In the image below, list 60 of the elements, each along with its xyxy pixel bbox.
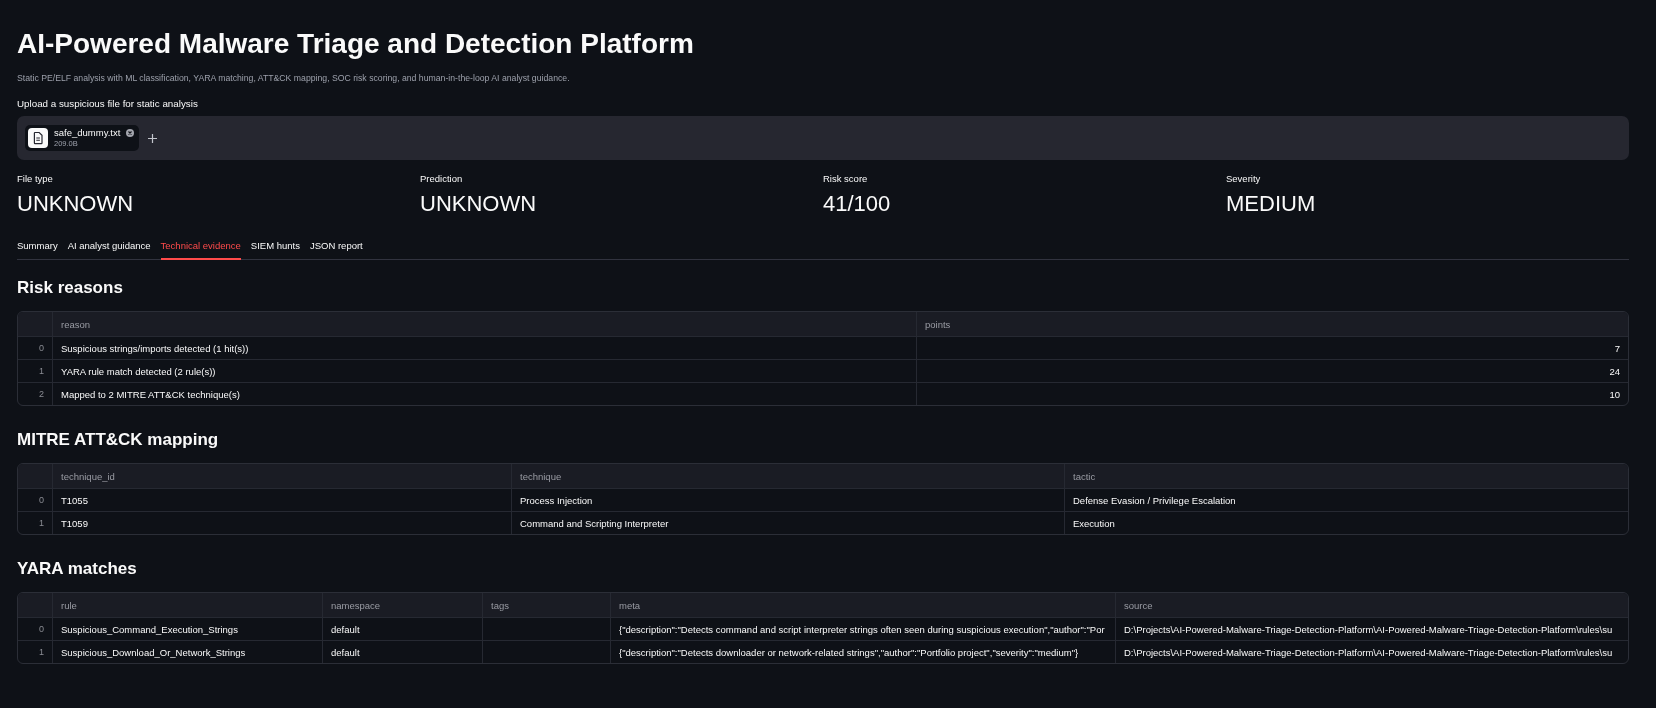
- upload-label: Upload a suspicious file for static analysis: [17, 97, 198, 111]
- table-cell: Defense Evasion / Privilege Escalation: [1073, 494, 1236, 506]
- tab[interactable]: AI analyst guidance: [67, 239, 151, 260]
- column-header[interactable]: technique: [520, 470, 562, 482]
- table-cell: default: [331, 623, 360, 635]
- row-index: 1: [39, 518, 44, 528]
- table-cell: T1059: [61, 517, 88, 529]
- close-icon[interactable]: [126, 129, 135, 137]
- file-name: safe_dummy.txt: [54, 127, 121, 139]
- row-index: 1: [39, 366, 44, 376]
- section-heading: MITRE ATT&CK mapping: [17, 429, 219, 451]
- metric-value: UNKNOWN: [420, 190, 537, 218]
- table-cell: {"description":"Detects downloader or network-related strings","author":"Portfolio project","severity":"medium"}: [619, 646, 1079, 658]
- metric-value: 41/100: [823, 190, 891, 218]
- table-cell: 24: [1609, 365, 1620, 377]
- metric-label: File type: [17, 172, 53, 186]
- tab[interactable]: Summary: [17, 239, 58, 260]
- table-cell: Suspicious strings/imports detected (1 hit(s)): [61, 342, 249, 354]
- table-cell: D:\Projects\AI-Powered-Malware-Triage-Detection-Platform\AI-Powered-Malware-Triage-Detection-Platform\rules\su: [1124, 623, 1613, 635]
- metric-value: MEDIUM: [1226, 190, 1316, 218]
- section-heading: Risk reasons: [17, 277, 123, 299]
- table-cell: YARA rule match detected (2 rule(s)): [61, 365, 216, 377]
- table-cell: Execution: [1073, 517, 1115, 529]
- table-cell: Suspicious_Command_Execution_Strings: [61, 623, 238, 635]
- column-header[interactable]: tactic: [1073, 470, 1096, 482]
- table-cell: default: [331, 646, 360, 658]
- tab[interactable]: JSON report: [309, 239, 363, 260]
- metric-label: Risk score: [823, 172, 868, 186]
- section-heading: YARA matches: [17, 558, 137, 580]
- row-index: 1: [39, 647, 44, 657]
- tab[interactable]: SIEM hunts: [250, 239, 300, 260]
- table-cell: 10: [1609, 388, 1620, 400]
- table-cell: Suspicious_Download_Or_Network_Strings: [61, 646, 246, 658]
- row-index: 0: [39, 343, 44, 353]
- table-cell: Mapped to 2 MITRE ATT&CK technique(s): [61, 388, 240, 400]
- row-index: 0: [39, 624, 44, 634]
- table-cell: {"description":"Detects command and script interpreter strings often seen during suspicious execution","author":"Por: [619, 623, 1105, 635]
- column-header[interactable]: technique_id: [61, 470, 115, 482]
- page-title: AI-Powered Malware Triage and Detection Platform: [17, 27, 694, 61]
- column-header[interactable]: namespace: [331, 599, 381, 611]
- tab[interactable]: Technical evidence: [160, 239, 241, 260]
- row-index: 0: [39, 495, 44, 505]
- metric-label: Severity: [1226, 172, 1261, 186]
- document-icon: [28, 128, 48, 148]
- metric-value: UNKNOWN: [17, 190, 134, 218]
- column-header[interactable]: source: [1124, 599, 1153, 611]
- table-cell: Process Injection: [520, 494, 593, 506]
- column-header[interactable]: reason: [61, 318, 91, 330]
- table-cell: 7: [1614, 342, 1620, 354]
- row-index: 2: [39, 389, 44, 399]
- table-cell: T1055: [61, 494, 88, 506]
- table-cell: Command and Scripting Interpreter: [520, 517, 669, 529]
- page-subtitle: Static PE/ELF analysis with ML classification, YARA matching, ATT&CK mapping, SOC risk scoring, and human-in-the-loop AI analyst guidance.: [17, 72, 570, 85]
- column-header[interactable]: points: [925, 318, 951, 330]
- column-header[interactable]: rule: [61, 599, 77, 611]
- table-cell: D:\Projects\AI-Powered-Malware-Triage-Detection-Platform\AI-Powered-Malware-Triage-Detection-Platform\rules\su: [1124, 646, 1613, 658]
- column-header[interactable]: meta: [619, 599, 641, 611]
- column-header[interactable]: tags: [491, 599, 509, 611]
- metric-label: Prediction: [420, 172, 463, 186]
- plus-icon[interactable]: [148, 133, 158, 143]
